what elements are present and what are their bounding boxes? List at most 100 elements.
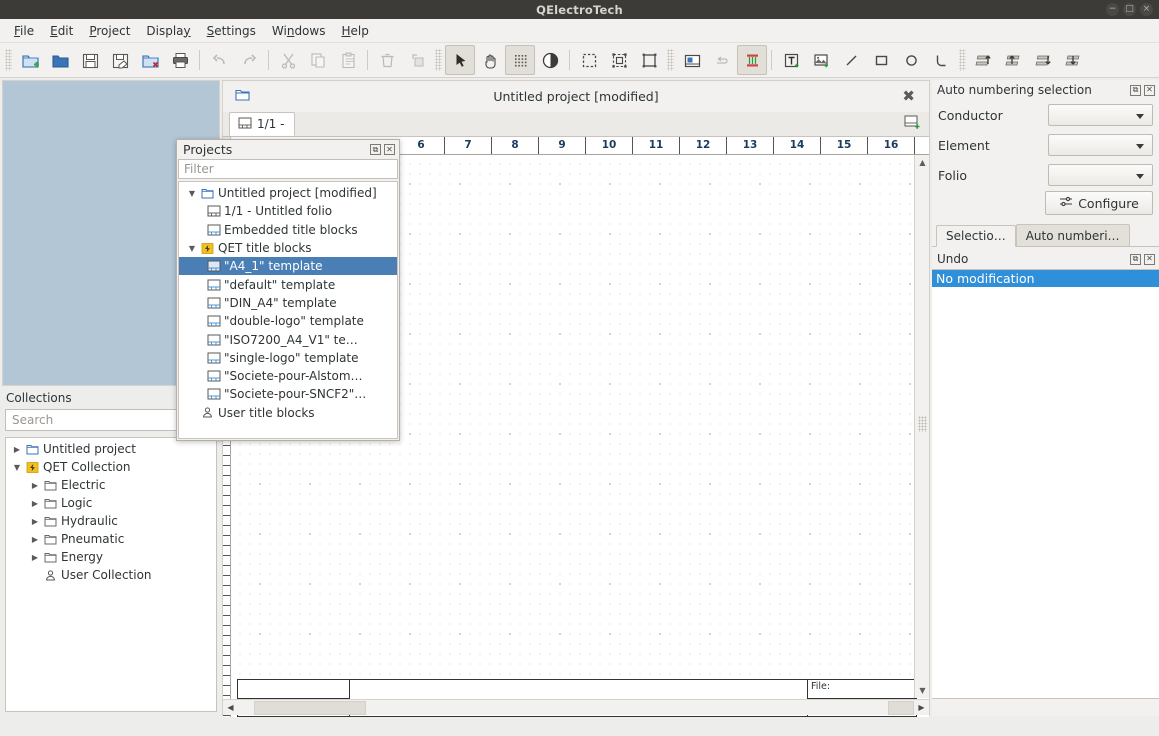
folio-properties-icon[interactable] <box>677 45 707 75</box>
chevron-down-icon[interactable]: ▼ <box>185 189 199 198</box>
maximize-icon[interactable]: □ <box>1123 3 1136 16</box>
add-column-after-icon[interactable] <box>1059 45 1089 75</box>
chevron-right-icon[interactable]: ▶ <box>28 517 42 526</box>
conductor-combo[interactable] <box>1048 104 1153 126</box>
select-invert-icon[interactable] <box>604 45 634 75</box>
save-as-icon[interactable] <box>105 45 135 75</box>
folio-tab-1[interactable]: 1/1 - <box>229 112 296 136</box>
menu-file[interactable]: FFileile <box>6 22 42 40</box>
projects-item-user-title-blocks[interactable]: ▶ User title blocks <box>179 404 397 422</box>
chevron-down-icon[interactable]: ▼ <box>10 463 24 472</box>
redo-icon[interactable] <box>234 45 264 75</box>
pan-hand-icon[interactable] <box>475 45 505 75</box>
select-pointer-icon[interactable] <box>445 45 475 75</box>
projects-item-double-logo-template[interactable]: "double-logo" template <box>179 312 397 330</box>
menu-settings[interactable]: Settings <box>199 22 264 40</box>
toolbar-grip[interactable] <box>435 49 442 71</box>
select-none-icon[interactable] <box>634 45 664 75</box>
collections-item-logic[interactable]: ▶ Logic <box>6 494 216 512</box>
projects-filter-input[interactable]: Filter <box>178 159 398 179</box>
chevron-right-icon[interactable]: ▶ <box>28 499 42 508</box>
add-folio-icon[interactable] <box>904 115 921 133</box>
hscroll-track[interactable] <box>238 700 914 715</box>
undo-icon[interactable] <box>204 45 234 75</box>
chevron-down-icon[interactable]: ▼ <box>185 244 199 253</box>
paste-icon[interactable] <box>333 45 363 75</box>
menu-edit[interactable]: Edit <box>42 22 81 40</box>
scrollbar-thumb-grip[interactable] <box>918 415 927 432</box>
menu-windows[interactable]: Windows <box>264 22 334 40</box>
collections-item-user-collection[interactable]: ▶ User Collection <box>6 566 216 584</box>
add-ellipse-icon[interactable] <box>896 45 926 75</box>
chevron-right-icon[interactable]: ▶ <box>28 481 42 490</box>
add-image-icon[interactable] <box>806 45 836 75</box>
projects-item-qet-title-blocks[interactable]: ▼ QET title blocks <box>179 239 397 257</box>
projects-item-iso7200-template[interactable]: "ISO7200_A4_V1" te… <box>179 330 397 348</box>
close-button[interactable]: ✕ <box>384 144 395 155</box>
title-block-icon[interactable] <box>737 45 767 75</box>
projects-item-a4-1-template[interactable]: "A4_1" template <box>179 257 397 276</box>
conductor-reset-icon[interactable] <box>707 45 737 75</box>
rotate-icon[interactable] <box>402 45 432 75</box>
undo-list-item[interactable]: No modification <box>932 270 1159 287</box>
scroll-up-icon[interactable]: ▲ <box>915 155 930 170</box>
print-icon[interactable] <box>165 45 195 75</box>
add-column-before-icon[interactable] <box>1029 45 1059 75</box>
canvas-vertical-scrollbar[interactable]: ▲ ▼ <box>914 155 929 698</box>
tab-selection[interactable]: Selectio… <box>936 225 1016 247</box>
projects-item-default-template[interactable]: "default" template <box>179 275 397 293</box>
projects-item-single-logo-template[interactable]: "single-logo" template <box>179 349 397 367</box>
projects-tree[interactable]: ▼ Untitled project [modified] 1/1 - Unti… <box>178 181 398 439</box>
scroll-left-icon[interactable]: ◀ <box>223 700 238 715</box>
element-combo[interactable] <box>1048 134 1153 156</box>
save-icon[interactable] <box>75 45 105 75</box>
close-icon[interactable]: × <box>1140 3 1153 16</box>
new-project-icon[interactable] <box>15 45 45 75</box>
float-button[interactable]: ⧉ <box>370 144 381 155</box>
chevron-right-icon[interactable]: ▶ <box>10 445 24 454</box>
configure-button[interactable]: Configure <box>1045 191 1153 215</box>
collections-item-pneumatic[interactable]: ▶ Pneumatic <box>6 530 216 548</box>
collections-item-qet-collection[interactable]: ▼ QET Collection <box>6 458 216 476</box>
chevron-right-icon[interactable]: ▶ <box>28 535 42 544</box>
collections-tree[interactable]: ▶ Untitled project ▼ QET Collection ▶ El… <box>5 437 217 712</box>
add-line-icon[interactable] <box>836 45 866 75</box>
copy-icon[interactable] <box>303 45 333 75</box>
projects-item-untitled-project[interactable]: ▼ Untitled project [modified] <box>179 184 397 202</box>
delete-icon[interactable] <box>372 45 402 75</box>
canvas-horizontal-scrollbar[interactable]: ◀ ▶ <box>223 699 929 715</box>
collections-item-untitled-project[interactable]: ▶ Untitled project <box>6 440 216 458</box>
open-project-icon[interactable] <box>45 45 75 75</box>
undo-list[interactable]: No modification <box>932 269 1159 699</box>
hscroll-thumb-secondary[interactable] <box>888 700 914 715</box>
toolbar-grip[interactable] <box>667 49 674 71</box>
cut-icon[interactable] <box>273 45 303 75</box>
add-text-icon[interactable] <box>776 45 806 75</box>
minimize-icon[interactable]: − <box>1106 3 1119 16</box>
grid-icon[interactable] <box>505 45 535 75</box>
projects-item-din-a4-template[interactable]: "DIN_A4" template <box>179 294 397 312</box>
close-icon[interactable]: ✖ <box>902 87 915 105</box>
projects-item-embedded-title-blocks[interactable]: Embedded title blocks <box>179 221 397 239</box>
menu-help[interactable]: Help <box>333 22 376 40</box>
select-all-icon[interactable] <box>574 45 604 75</box>
menu-display[interactable]: Display <box>138 22 198 40</box>
add-rectangle-icon[interactable] <box>866 45 896 75</box>
close-button[interactable]: ✕ <box>1144 253 1155 265</box>
collections-item-hydraulic[interactable]: ▶ Hydraulic <box>6 512 216 530</box>
toolbar-grip[interactable] <box>959 49 966 71</box>
scroll-down-icon[interactable]: ▼ <box>915 683 930 698</box>
projects-item-societe-alstom-template[interactable]: "Societe-pour-Alstom… <box>179 367 397 385</box>
add-row-before-icon[interactable] <box>969 45 999 75</box>
menu-project[interactable]: Project <box>81 22 138 40</box>
folio-combo[interactable] <box>1048 164 1153 186</box>
add-polyline-icon[interactable] <box>926 45 956 75</box>
close-project-icon[interactable] <box>135 45 165 75</box>
hscroll-thumb[interactable] <box>254 700 366 715</box>
scroll-right-icon[interactable]: ▶ <box>914 700 929 715</box>
projects-item-folio[interactable]: 1/1 - Untitled folio <box>179 202 397 220</box>
projects-item-societe-sncf2-template[interactable]: "Societe-pour-SNCF2"… <box>179 385 397 403</box>
float-button[interactable]: ⧉ <box>1130 253 1141 265</box>
close-button[interactable]: ✕ <box>1144 84 1155 96</box>
toolbar-grip[interactable] <box>5 49 12 71</box>
